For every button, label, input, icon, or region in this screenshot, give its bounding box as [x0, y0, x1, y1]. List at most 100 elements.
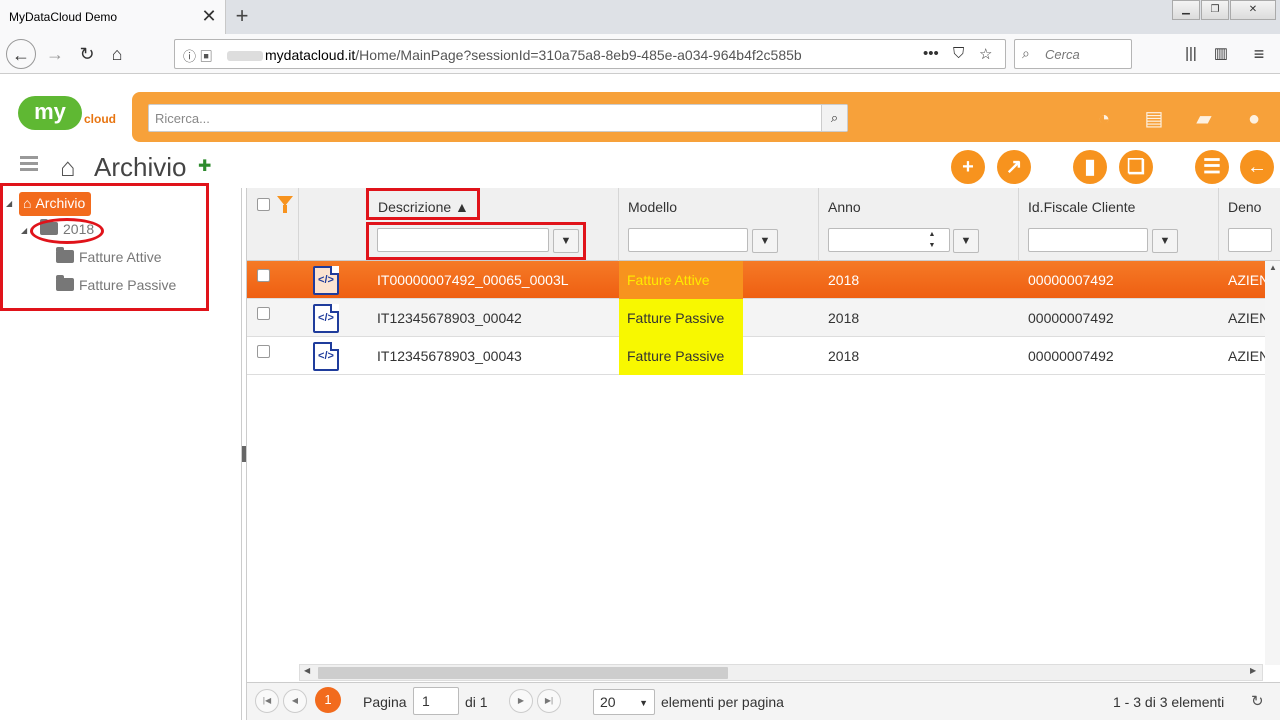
grid-body: </> IT00000007492_00065_0003L Fatture At…: [247, 261, 1280, 665]
cell-descrizione: IT12345678903_00042: [377, 310, 522, 326]
select-all-checkbox[interactable]: [257, 198, 270, 211]
pager-summary: 1 - 3 di 3 elementi: [1113, 694, 1225, 710]
idfiscale-filter-input[interactable]: [1028, 228, 1148, 252]
dashboard-icon[interactable]: ◔: [1090, 106, 1118, 132]
idfiscale-filter-button[interactable]: ▼: [1152, 229, 1178, 253]
page-number-input[interactable]: 1: [413, 687, 459, 715]
cell-modello: Fatture Passive: [619, 299, 743, 337]
table-row[interactable]: </> IT00000007492_00065_0003L Fatture At…: [247, 261, 1268, 299]
sidebar-icon[interactable]: ▥: [1206, 39, 1236, 69]
cell-modello: Fatture Attive: [619, 261, 743, 299]
cell-deno: AZIEN: [1228, 310, 1268, 326]
row-checkbox[interactable]: [257, 345, 270, 358]
bookmark-star-icon[interactable]: ☆: [979, 45, 992, 63]
xml-document-icon: </>: [313, 304, 339, 333]
reload-button[interactable]: ↻: [72, 39, 102, 69]
open-external-button[interactable]: ↗: [997, 150, 1031, 184]
cell-idfiscale: 00000007492: [1028, 272, 1114, 288]
next-page-button[interactable]: ▶: [509, 689, 533, 713]
browser-tab[interactable]: MyDataCloud Demo ✕: [0, 0, 226, 34]
grid-pager: |◀ ◀ 1 Pagina 1 di 1 ▶ ▶| 20 ▼ elementi p…: [247, 682, 1280, 720]
app-search-input[interactable]: Ricerca... ⌕: [148, 104, 848, 132]
search-icon[interactable]: ⌕: [821, 105, 847, 131]
back-arrow-button[interactable]: ←: [1240, 150, 1274, 184]
cell-idfiscale: 00000007492: [1028, 348, 1114, 364]
cell-idfiscale: 00000007492: [1028, 310, 1114, 326]
cell-anno: 2018: [828, 272, 860, 288]
list-view-icon[interactable]: ▤: [1140, 106, 1168, 132]
table-row[interactable]: </> IT12345678903_00043 Fatture Passive …: [247, 337, 1268, 375]
library-icon[interactable]: |||: [1176, 39, 1206, 69]
header-deno[interactable]: Deno: [1219, 188, 1280, 261]
cell-descrizione: IT00000007492_00065_0003L: [377, 272, 569, 288]
briefcase-icon[interactable]: ▰: [1190, 106, 1218, 132]
scrollbar-thumb[interactable]: [318, 667, 728, 679]
close-window-button[interactable]: ✕: [1230, 0, 1276, 20]
horizontal-scrollbar[interactable]: ◀ ▶: [299, 664, 1263, 681]
copy-button[interactable]: ❏: [1119, 150, 1153, 184]
new-tab-button[interactable]: +: [232, 4, 252, 28]
annotation-box-descrizione: [366, 188, 480, 220]
search-icon: ⌕: [1022, 45, 1030, 61]
pagina-label: Pagina: [363, 694, 407, 710]
deno-filter-input[interactable]: [1228, 228, 1272, 252]
documents-grid: Descrizione ▲ ▼ Modello ▼ Anno ▲ ▼ ▼ Id.F…: [246, 188, 1280, 720]
tree-toggle-icon[interactable]: [20, 156, 38, 174]
current-page-indicator[interactable]: 1: [315, 687, 341, 713]
cell-deno: AZIEN: [1228, 348, 1268, 364]
home-icon: ⌂: [60, 152, 76, 182]
header-idfiscale[interactable]: Id.Fiscale Cliente ▼: [1019, 188, 1219, 261]
refresh-icon[interactable]: ↻: [1251, 692, 1264, 710]
tab-title: MyDataCloud Demo: [9, 10, 118, 24]
anno-spinner[interactable]: ▲ ▼: [925, 229, 939, 253]
user-icon[interactable]: ●: [1240, 106, 1268, 132]
page-actions-icon[interactable]: •••: [923, 45, 939, 62]
cell-deno: AZIEN: [1228, 272, 1268, 288]
forward-button[interactable]: →: [40, 39, 70, 69]
pin-icon[interactable]: ✚: [198, 156, 211, 176]
xml-document-icon: </>: [313, 266, 339, 295]
header-anno[interactable]: Anno ▲ ▼ ▼: [819, 188, 1019, 261]
app-logo[interactable]: my cloud: [18, 94, 118, 134]
anno-filter-button[interactable]: ▼: [953, 229, 979, 253]
annotation-box-tree: [0, 183, 209, 311]
last-page-button[interactable]: ▶|: [537, 689, 561, 713]
page-title: Archivio: [94, 152, 187, 182]
menu-icon[interactable]: ≡: [1244, 39, 1274, 69]
home-button[interactable]: ⌂: [102, 39, 132, 69]
prev-page-button[interactable]: ◀: [283, 689, 307, 713]
filter-icon[interactable]: [277, 196, 293, 213]
table-row[interactable]: </> IT12345678903_00042 Fatture Passive …: [247, 299, 1268, 337]
per-page-label: elementi per pagina: [661, 694, 784, 710]
vertical-scrollbar[interactable]: ▲: [1265, 261, 1280, 665]
add-button[interactable]: +: [951, 150, 985, 184]
maximize-button[interactable]: ❐: [1201, 0, 1229, 20]
cell-anno: 2018: [828, 348, 860, 364]
xml-document-icon: </>: [313, 342, 339, 371]
modello-filter-input[interactable]: [628, 228, 748, 252]
first-page-button[interactable]: |◀: [255, 689, 279, 713]
minimize-button[interactable]: ▁: [1172, 0, 1200, 20]
browser-navbar: ← → ↻ ⌂ ⓘ ▣ mydatacloud.it/Home/MainPage…: [0, 34, 1280, 74]
tab-close-icon[interactable]: ✕: [201, 7, 217, 25]
url-bar[interactable]: ⓘ ▣ mydatacloud.it/Home/MainPage?session…: [174, 39, 1006, 69]
browser-tabbar: MyDataCloud Demo ✕ + ▁ ❐ ✕: [0, 0, 1280, 34]
browser-search-input[interactable]: ⌕ Cerca: [1014, 39, 1132, 69]
header-select-col: [247, 188, 299, 261]
app-header: my cloud Ricerca... ⌕ ◔ ▤ ▰ ●: [0, 74, 1280, 144]
back-button[interactable]: ←: [6, 39, 36, 69]
row-checkbox[interactable]: [257, 269, 270, 282]
annotation-oval-2018: [30, 218, 104, 244]
header-modello[interactable]: Modello ▼: [619, 188, 819, 261]
cell-anno: 2018: [828, 310, 860, 326]
site-info-icon[interactable]: ⓘ ▣: [183, 46, 213, 65]
modello-filter-button[interactable]: ▼: [752, 229, 778, 253]
notes-button[interactable]: ▮: [1073, 150, 1107, 184]
row-checkbox[interactable]: [257, 307, 270, 320]
annotation-box-filter: [366, 222, 586, 260]
pocket-icon[interactable]: ⛉: [953, 45, 964, 62]
list-button[interactable]: ☰: [1195, 150, 1229, 184]
cell-descrizione: IT12345678903_00043: [377, 348, 522, 364]
page-size-select[interactable]: 20 ▼: [593, 689, 655, 715]
url-text: mydatacloud.it/Home/MainPage?sessionId=3…: [227, 47, 802, 63]
